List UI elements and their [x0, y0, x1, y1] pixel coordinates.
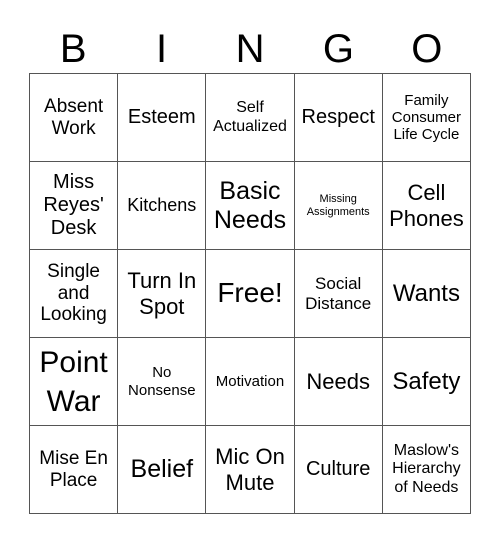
bingo-cell[interactable]: No Nonsense	[118, 338, 207, 426]
bingo-header: B I N G O	[29, 26, 471, 72]
bingo-cell[interactable]: Motivation	[206, 338, 295, 426]
bingo-cell[interactable]: Turn In Spot	[118, 250, 207, 338]
bingo-cell[interactable]: Wants	[382, 250, 471, 338]
header-letter-o: O	[411, 27, 443, 71]
bingo-cell[interactable]: Family Consumer Life Cycle	[382, 74, 471, 162]
free-space-cell[interactable]: Free!	[206, 250, 295, 338]
header-letter-i: I	[156, 27, 168, 71]
bingo-cell[interactable]: Esteem	[118, 74, 207, 162]
bingo-card-grid: Absent Work Esteem Self Actualized Respe…	[29, 73, 471, 514]
header-letter-n: N	[235, 27, 265, 71]
bingo-cell[interactable]: Culture	[294, 426, 383, 514]
bingo-cell[interactable]: Basic Needs	[206, 162, 295, 250]
bingo-cell[interactable]: Missing Assignments	[294, 162, 383, 250]
bingo-cell[interactable]: Point War	[30, 338, 119, 426]
bingo-cell[interactable]: Mise En Place	[30, 426, 119, 514]
bingo-cell[interactable]: Self Actualized	[206, 74, 295, 162]
bingo-cell[interactable]: Single and Looking	[30, 250, 119, 338]
bingo-cell[interactable]: Safety	[382, 338, 471, 426]
header-letter-g: G	[322, 27, 354, 71]
bingo-cell[interactable]: Miss Reyes' Desk	[30, 162, 119, 250]
bingo-cell[interactable]: Kitchens	[118, 162, 207, 250]
bingo-cell[interactable]: Respect	[294, 74, 383, 162]
header-letter-b: B	[59, 27, 87, 71]
bingo-cell[interactable]: Belief	[118, 426, 207, 514]
bingo-cell[interactable]: Needs	[294, 338, 383, 426]
bingo-cell[interactable]: Maslow's Hierarchy of Needs	[382, 426, 471, 514]
bingo-cell[interactable]: Social Distance	[294, 250, 383, 338]
bingo-cell[interactable]: Absent Work	[30, 74, 119, 162]
bingo-cell[interactable]: Cell Phones	[382, 162, 471, 250]
bingo-cell[interactable]: Mic On Mute	[206, 426, 295, 514]
